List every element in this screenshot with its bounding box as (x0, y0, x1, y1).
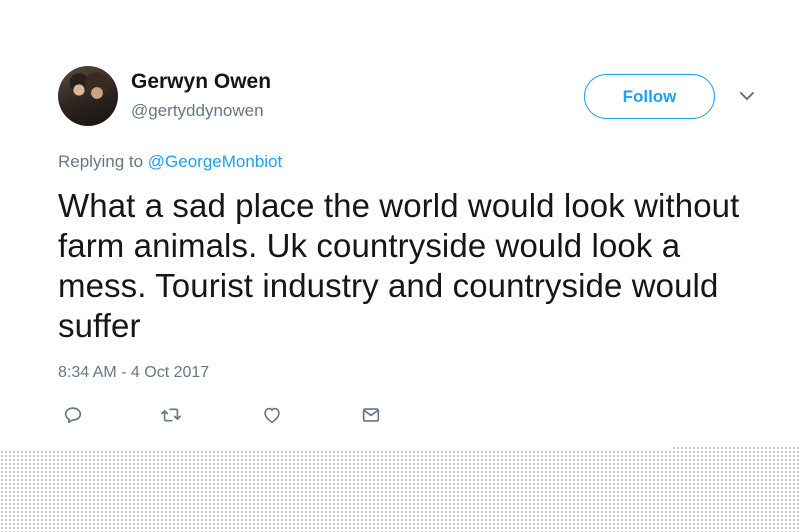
reply-icon[interactable] (60, 402, 86, 428)
author-display-name[interactable]: Gerwyn Owen (131, 70, 271, 94)
message-icon[interactable] (358, 402, 384, 428)
tweet-card: Gerwyn Owen @gertyddynowen Follow Replyi… (0, 0, 800, 450)
chevron-down-icon[interactable] (737, 88, 757, 104)
replying-to-line: Replying to @GeorgeMonbiot (58, 152, 282, 172)
follow-button[interactable]: Follow (584, 74, 715, 119)
tweet-actions (58, 402, 398, 428)
tweet-timestamp[interactable]: 8:34 AM - 4 Oct 2017 (58, 364, 209, 382)
tweet-text: What a sad place the world would look wi… (58, 187, 740, 344)
avatar[interactable] (58, 66, 118, 126)
replying-prefix: Replying to (58, 152, 144, 171)
dotted-background (0, 450, 800, 532)
like-icon[interactable] (259, 402, 285, 428)
retweet-icon[interactable] (158, 402, 184, 428)
replying-to-mention[interactable]: @GeorgeMonbiot (148, 152, 282, 171)
author-handle[interactable]: @gertyddynowen (131, 101, 264, 121)
